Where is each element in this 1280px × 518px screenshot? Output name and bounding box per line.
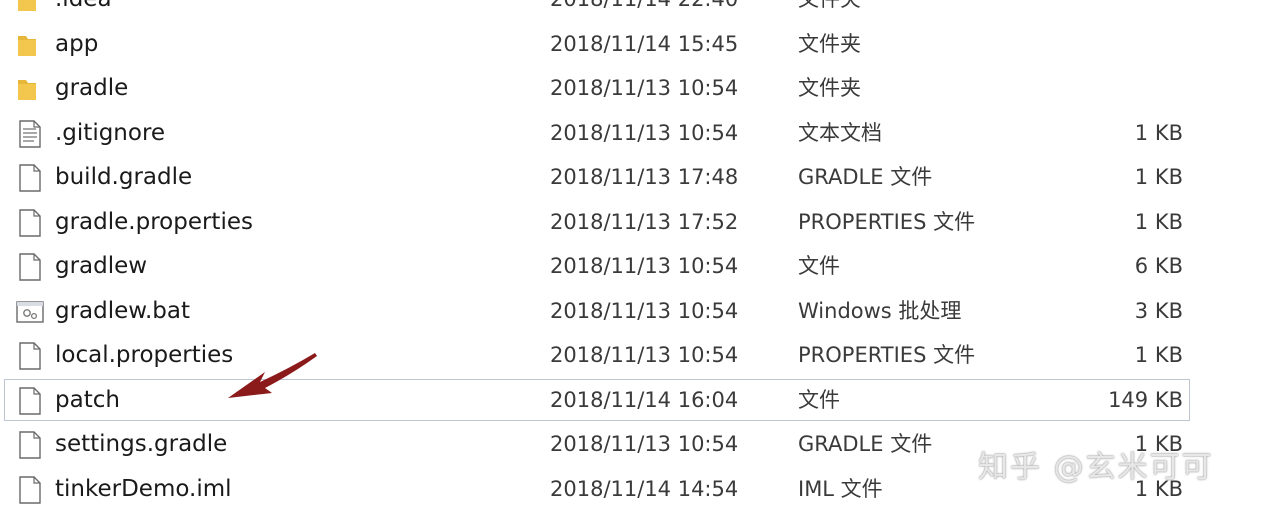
file-date: 2018/11/14 22:40 bbox=[550, 0, 738, 21]
file-type: 文件 bbox=[798, 254, 840, 278]
file-date: 2018/11/13 17:52 bbox=[550, 209, 739, 234]
file-list: .idea 2018/11/14 22:40 文件夹 app 2018/11/14 15… bbox=[0, 0, 1280, 511]
file-type: 文件夹 bbox=[798, 0, 861, 21]
file-icon bbox=[16, 252, 44, 282]
file-type: PROPERTIES 文件 bbox=[798, 209, 976, 234]
file-name: gradlew.bat bbox=[55, 297, 191, 324]
file-row[interactable]: .gitignore 2018/11/13 10:54 文本文档 1 KB bbox=[0, 111, 1280, 156]
file-date: 2018/11/14 16:04 bbox=[550, 387, 739, 412]
file-date: 2018/11/13 17:48 bbox=[550, 165, 739, 189]
file-row[interactable]: app 2018/11/14 15:45 文件夹 bbox=[0, 22, 1280, 67]
file-size: 6 KB bbox=[1134, 254, 1183, 278]
file-icon bbox=[16, 341, 44, 371]
file-name: patch bbox=[55, 386, 120, 413]
file-name: gradlew bbox=[55, 253, 148, 279]
file-type: 文本文档 bbox=[798, 120, 882, 145]
file-date: 2018/11/13 10:54 bbox=[550, 343, 739, 367]
file-date: 2018/11/13 10:54 bbox=[550, 120, 739, 145]
file-name: .gitignore bbox=[55, 119, 166, 146]
file-date: 2018/11/14 15:45 bbox=[550, 31, 739, 56]
file-size: 3 KB bbox=[1134, 298, 1183, 323]
file-name: gradle.properties bbox=[55, 208, 253, 235]
file-row[interactable]: build.gradle 2018/11/13 17:48 GRADLE 文件 1 K… bbox=[0, 155, 1280, 200]
text-document-icon bbox=[16, 119, 44, 149]
file-size: 1 KB bbox=[1134, 343, 1183, 367]
file-size: 1 KB bbox=[1134, 209, 1183, 234]
file-icon bbox=[16, 430, 44, 460]
file-size: 149 KB bbox=[1108, 387, 1183, 412]
file-type: 文件夹 bbox=[798, 31, 861, 56]
file-date: 2018/11/13 10:54 bbox=[550, 76, 739, 100]
arrow-icon bbox=[228, 353, 317, 398]
file-row[interactable]: gradlew.bat 2018/11/13 10:54 Windows 批处理 3 … bbox=[0, 289, 1280, 334]
batch-file-icon bbox=[16, 297, 44, 327]
file-icon bbox=[16, 386, 44, 416]
file-name: .idea bbox=[55, 0, 112, 21]
file-type: IML 文件 bbox=[798, 476, 883, 501]
file-row[interactable]: gradle 2018/11/13 10:54 文件夹 bbox=[0, 66, 1280, 111]
file-name: tinkerDemo.iml bbox=[55, 475, 232, 502]
file-row[interactable]: gradle.properties 2018/11/13 17:52 PROPERT… bbox=[0, 200, 1280, 245]
file-date: 2018/11/13 10:54 bbox=[550, 254, 739, 278]
folder-icon bbox=[16, 0, 44, 15]
file-icon bbox=[16, 208, 44, 238]
file-name: settings.gradle bbox=[55, 431, 228, 457]
file-size: 1 KB bbox=[1134, 120, 1183, 145]
file-date: 2018/11/13 10:54 bbox=[550, 432, 739, 456]
folder-icon bbox=[16, 30, 44, 60]
file-size: 1 KB bbox=[1134, 165, 1183, 189]
file-row[interactable]: gradlew 2018/11/13 10:54 文件 6 KB bbox=[0, 244, 1280, 289]
file-type: 文件夹 bbox=[798, 76, 861, 100]
file-type: GRADLE 文件 bbox=[798, 432, 933, 456]
file-type: GRADLE 文件 bbox=[798, 165, 933, 189]
file-type: Windows 批处理 bbox=[798, 298, 962, 323]
folder-icon bbox=[16, 74, 44, 104]
file-icon bbox=[16, 163, 44, 193]
file-row[interactable]: local.properties 2018/11/13 10:54 PROPERTI… bbox=[0, 333, 1280, 378]
file-name: local.properties bbox=[55, 342, 234, 368]
file-name: gradle bbox=[55, 75, 129, 101]
file-row[interactable]: patch 2018/11/14 16:04 文件 149 KB bbox=[0, 378, 1280, 423]
file-icon bbox=[16, 475, 44, 505]
file-date: 2018/11/14 14:54 bbox=[550, 476, 739, 501]
file-date: 2018/11/13 10:54 bbox=[550, 298, 739, 323]
file-type: PROPERTIES 文件 bbox=[798, 343, 976, 367]
file-type: 文件 bbox=[798, 387, 840, 412]
file-name: build.gradle bbox=[55, 164, 193, 190]
file-row[interactable]: .idea 2018/11/14 22:40 文件夹 bbox=[0, 0, 1280, 22]
watermark: 知乎 @玄米可可 bbox=[978, 450, 1214, 485]
file-name: app bbox=[55, 30, 99, 57]
